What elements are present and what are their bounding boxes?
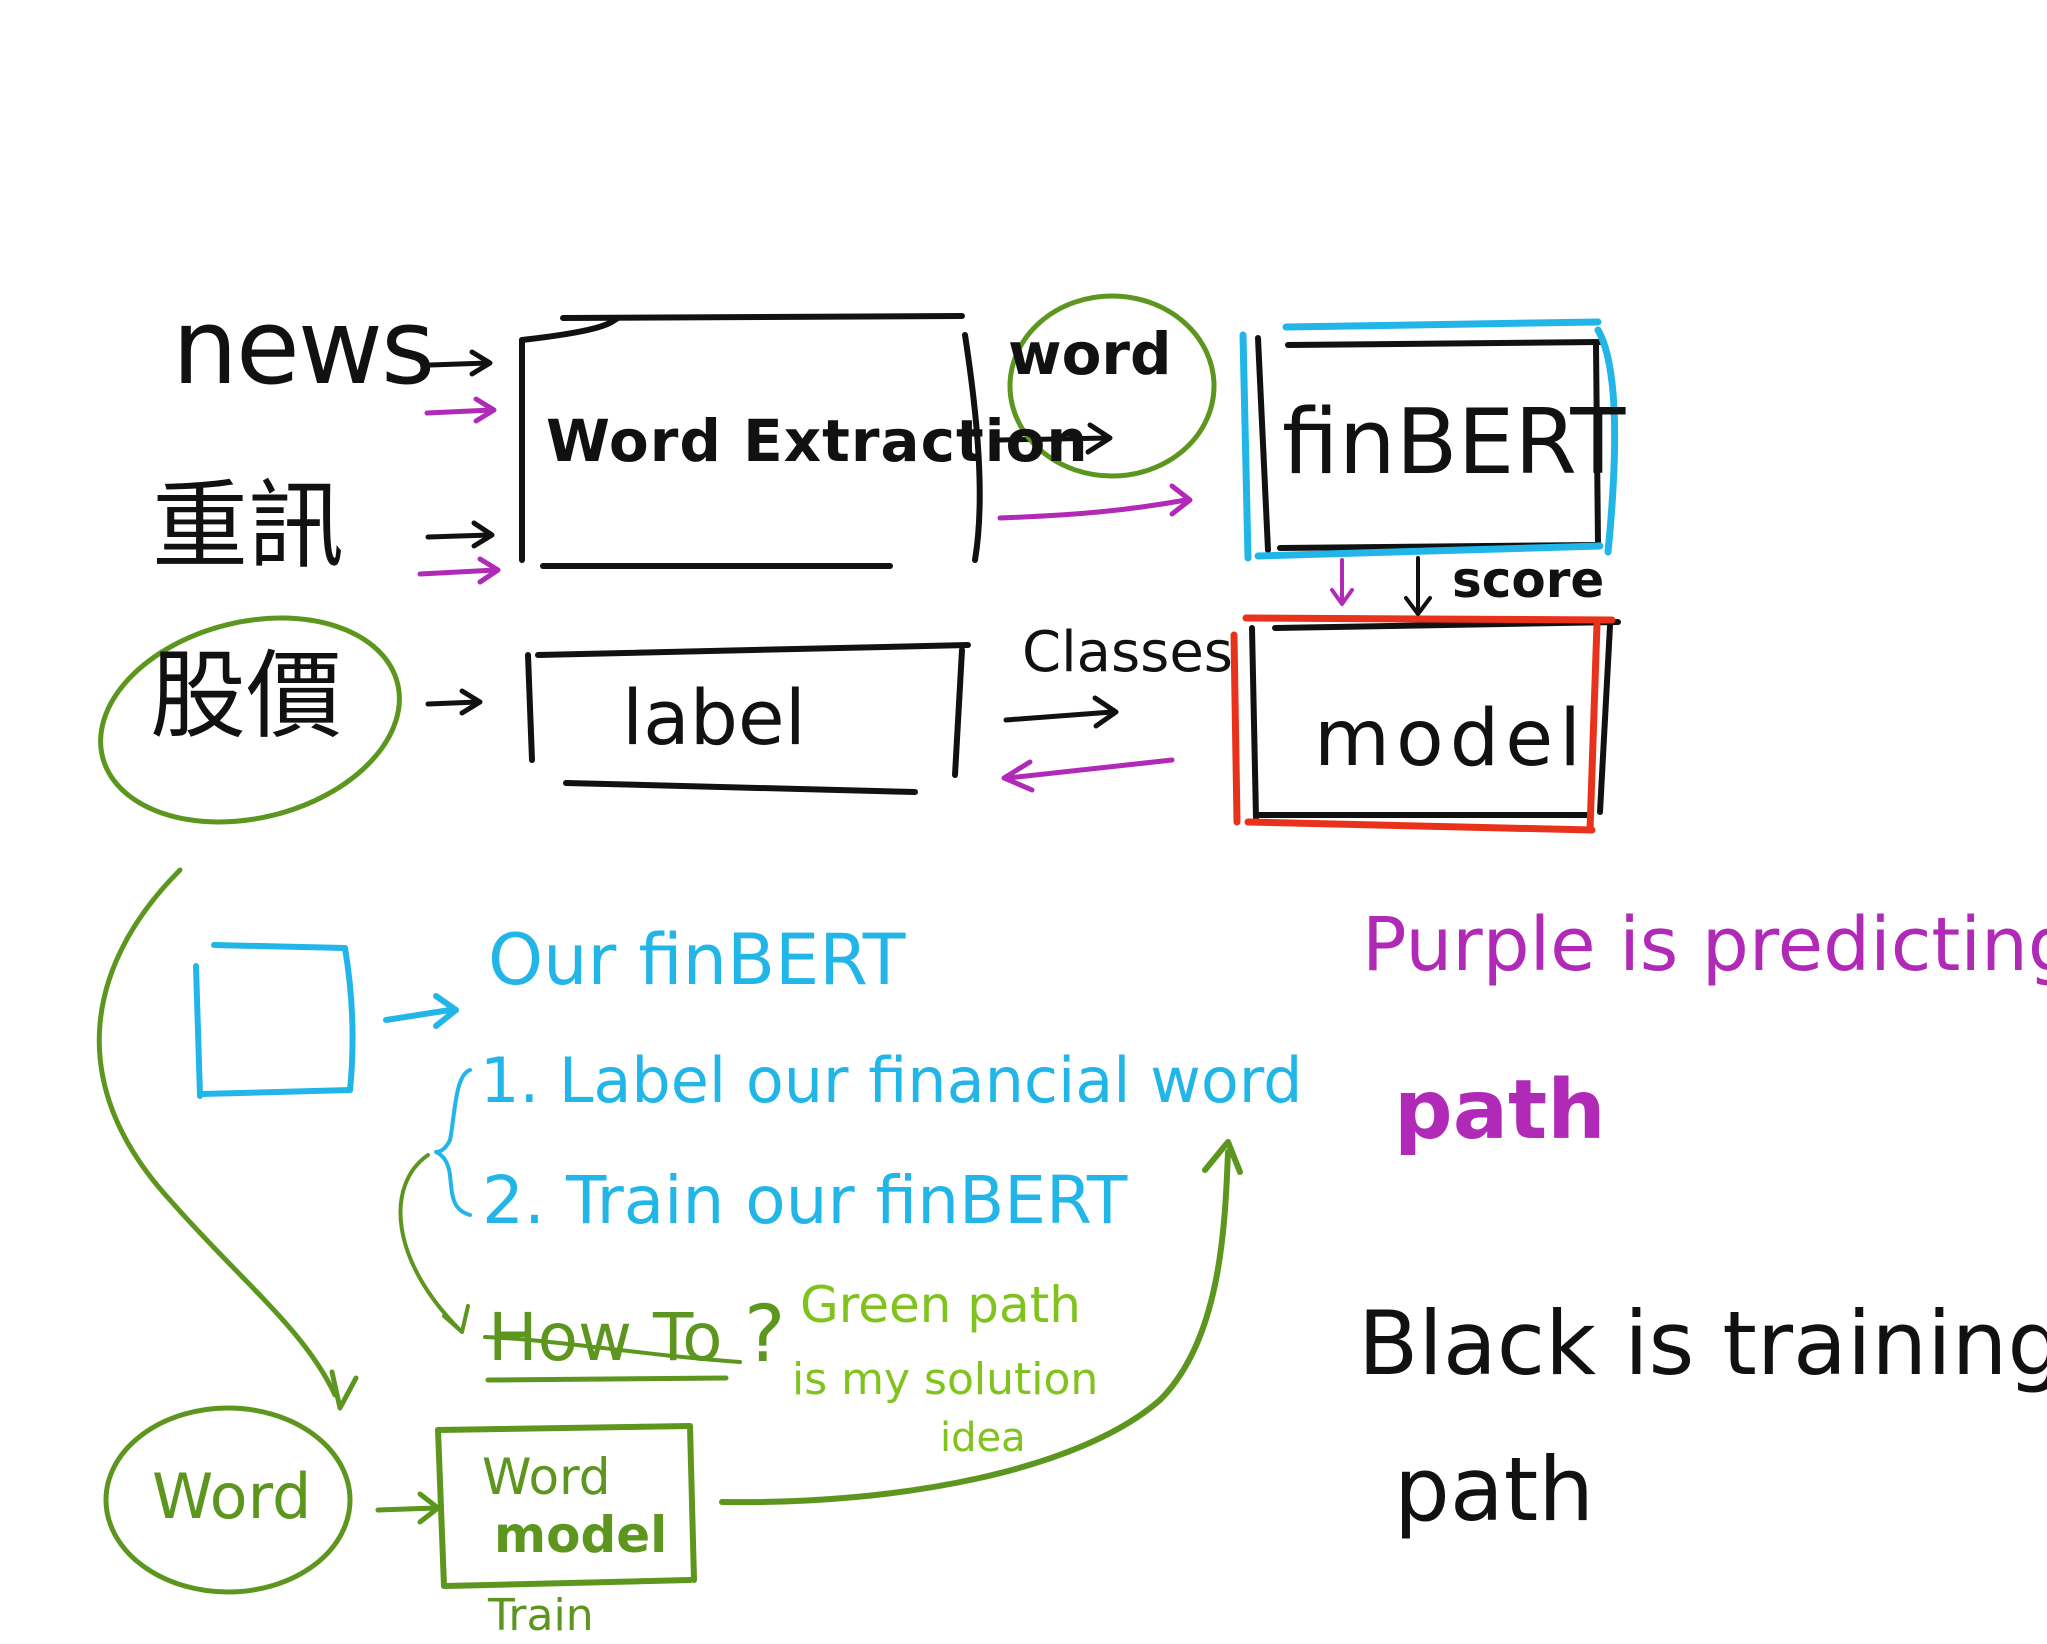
announcement-arrows [417, 520, 501, 585]
legend-purple-line2: path [1394, 1063, 1606, 1158]
how-to-label: How To [488, 1299, 723, 1376]
input-stock-price: 股價 [150, 640, 342, 752]
word-solution-label: Word [152, 1460, 312, 1533]
step-2: 2. Train our finBERT [482, 1162, 1128, 1239]
classes-edge-arrows [1001, 695, 1175, 793]
word-model-label-1: Word [482, 1448, 611, 1506]
word-extraction-label: Word Extraction [546, 407, 1089, 475]
train-label: Train [488, 1590, 594, 1641]
model-label: model [1314, 694, 1587, 784]
stock-price-arrow [425, 688, 483, 716]
green-curve-brace-head [442, 1304, 470, 1334]
score-arrows [1330, 556, 1432, 616]
steps-brace [434, 1068, 472, 1217]
finbert-label: finBERT [1282, 390, 1626, 495]
word-model-label-2: model [494, 1506, 668, 1564]
input-news: news [172, 286, 435, 408]
green-path-note-2: is my solution [792, 1354, 1099, 1405]
legend-black-line2: path [1394, 1438, 1595, 1541]
legend-black-line1: Black is training [1358, 1292, 2047, 1395]
news-arrows [424, 349, 497, 424]
input-announcement: 重訊 [152, 470, 344, 582]
green-path-note-1: Green path [800, 1276, 1081, 1334]
classes-edge-label: Classes [1022, 620, 1233, 685]
green-path-note-3: idea [940, 1415, 1026, 1461]
how-to-underline [485, 1375, 729, 1383]
score-edge-label: score [1452, 551, 1605, 609]
legend-purple-line1: Purple is predicting [1362, 902, 2047, 988]
green-curve-stock-head [329, 1369, 359, 1411]
our-finbert-symbol [193, 942, 459, 1099]
label-box-label: label [622, 673, 806, 762]
word-to-model-arrow [375, 1491, 441, 1525]
green-curve-model-head [1202, 1139, 1243, 1175]
step-1: 1. Label our financial word [480, 1044, 1303, 1117]
word-edge-label: word [1008, 320, 1172, 388]
our-finbert-title: Our finBERT [488, 919, 906, 1001]
how-to-question: ? [744, 1290, 786, 1380]
